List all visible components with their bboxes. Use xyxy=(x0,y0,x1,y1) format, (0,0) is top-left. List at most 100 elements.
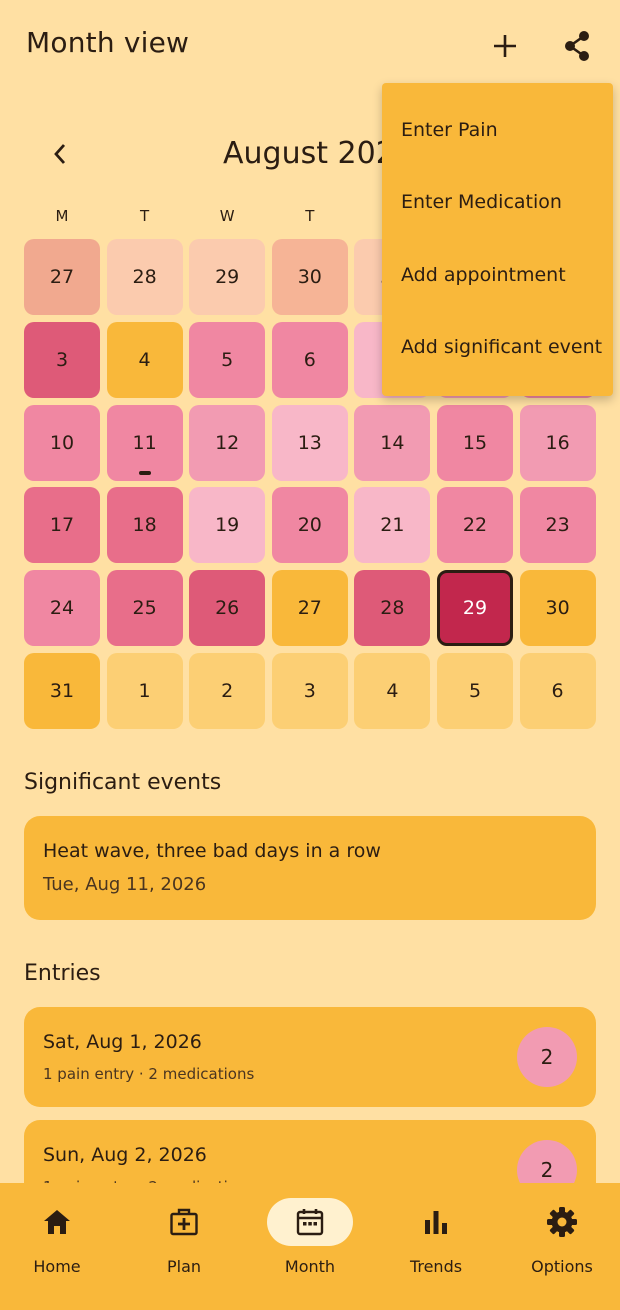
calendar-day[interactable]: 2 xyxy=(189,653,266,729)
nav-item-trends[interactable]: Trends xyxy=(374,1183,498,1310)
calendar-day[interactable]: 30 xyxy=(271,239,348,315)
calendar-day[interactable]: 17 xyxy=(24,487,100,564)
day-number: 4 xyxy=(138,348,151,371)
calendar-day[interactable]: 12 xyxy=(189,404,266,481)
calendar-day[interactable]: 19 xyxy=(189,487,266,564)
calendar-day[interactable]: 24 xyxy=(24,570,100,647)
day-number: 29 xyxy=(462,597,488,620)
calendar-day[interactable]: 5 xyxy=(189,321,266,398)
calendar-day[interactable]: 10 xyxy=(24,404,100,481)
calendar-day[interactable]: 27 xyxy=(24,239,100,315)
calendar-day[interactable]: 5 xyxy=(437,653,513,729)
entries-heading: Entries xyxy=(24,961,101,986)
add-menu: Enter Pain Enter Medication Add appointmen… xyxy=(382,83,613,396)
day-number: 14 xyxy=(380,431,405,454)
calendar-day[interactable]: 6 xyxy=(519,653,596,729)
weekday-label: W xyxy=(219,207,235,225)
add-button[interactable] xyxy=(481,22,529,70)
entry-summary: 1 pain entry · 2 medications xyxy=(43,1065,255,1083)
calendar-day[interactable]: 4 xyxy=(354,653,431,729)
day-number: 26 xyxy=(215,597,240,620)
day-number: 19 xyxy=(215,514,240,537)
previous-month-button[interactable] xyxy=(38,132,82,176)
calendar-day[interactable]: 26 xyxy=(189,570,266,647)
day-number: 21 xyxy=(380,514,405,537)
calendar-day[interactable]: 30 xyxy=(519,570,596,647)
day-number: 6 xyxy=(551,680,564,702)
day-number: 5 xyxy=(468,680,482,702)
day-number: 11 xyxy=(132,431,157,454)
menu-item[interactable]: Enter Pain xyxy=(401,119,498,141)
medical-kit-icon xyxy=(170,1208,198,1236)
calendar-day[interactable]: 22 xyxy=(437,487,513,564)
calendar-day[interactable]: 15 xyxy=(437,404,513,481)
share-button[interactable] xyxy=(553,22,601,70)
day-number: 6 xyxy=(303,348,316,371)
calendar-day[interactable]: 21 xyxy=(354,487,431,564)
gear-icon xyxy=(547,1207,577,1237)
bottom-navigation: Home Plan Month Trends Options xyxy=(0,1183,620,1310)
calendar-day[interactable]: 16 xyxy=(519,404,596,481)
significant-events-heading: Significant events xyxy=(24,770,222,795)
day-number: 17 xyxy=(49,514,75,537)
nav-icon-container xyxy=(519,1198,605,1246)
nav-label: Plan xyxy=(166,1257,202,1276)
entry-date: Sat, Aug 1, 2026 xyxy=(43,1031,202,1053)
plus-icon xyxy=(494,35,516,57)
nav-label: Trends xyxy=(409,1257,463,1276)
page-title: Month view xyxy=(26,26,190,59)
calendar-day[interactable]: 27 xyxy=(271,570,348,647)
day-number: 23 xyxy=(545,514,570,537)
day-number: 30 xyxy=(545,597,570,620)
calendar-day-today[interactable]: 29 xyxy=(437,570,513,647)
event-marker xyxy=(138,470,151,475)
significant-event-card[interactable]: Heat wave, three bad days in a row Tue, … xyxy=(24,816,596,920)
calendar-day[interactable]: 13 xyxy=(271,404,348,481)
day-number: 27 xyxy=(297,597,322,620)
calendar-day[interactable]: 6 xyxy=(271,321,348,398)
nav-label: Home xyxy=(33,1257,81,1276)
nav-icon-container xyxy=(393,1198,479,1246)
entry-card[interactable]: Sat, Aug 1, 2026 1 pain entry · 2 medica… xyxy=(24,1007,596,1107)
nav-icon-container xyxy=(14,1198,100,1246)
chevron-left-icon xyxy=(54,144,66,164)
calendar-day[interactable]: 25 xyxy=(106,570,183,647)
weekday-label: T xyxy=(305,207,315,225)
calendar-day[interactable]: 31 xyxy=(24,653,100,729)
nav-item-plan[interactable]: Plan xyxy=(122,1183,246,1310)
day-number: 28 xyxy=(132,266,157,288)
day-number: 28 xyxy=(380,597,405,620)
nav-label: Month xyxy=(284,1257,336,1276)
nav-item-options[interactable]: Options xyxy=(500,1183,620,1310)
day-number: 3 xyxy=(55,348,69,371)
menu-item[interactable]: Add significant event xyxy=(401,336,602,358)
calendar-day[interactable]: 18 xyxy=(106,487,183,564)
weekday-label: T xyxy=(140,207,150,225)
nav-item-month[interactable]: Month xyxy=(248,1183,372,1310)
day-number: 10 xyxy=(49,431,75,454)
day-number: 25 xyxy=(132,597,157,620)
calendar-day[interactable]: 1 xyxy=(106,653,183,729)
calendar-day[interactable]: 29 xyxy=(189,239,266,315)
day-number: 31 xyxy=(49,680,75,702)
app-bar: Month view xyxy=(0,0,620,92)
menu-item[interactable]: Add appointment xyxy=(401,264,566,286)
menu-item[interactable]: Enter Medication xyxy=(401,191,562,213)
calendar-day[interactable]: 3 xyxy=(24,321,100,398)
calendar-day[interactable]: 28 xyxy=(106,239,183,315)
day-number: 3 xyxy=(303,680,316,702)
calendar-day[interactable]: 3 xyxy=(271,653,348,729)
calendar-day[interactable]: 11 xyxy=(106,404,183,481)
day-number: 15 xyxy=(462,431,488,454)
calendar-day[interactable]: 4 xyxy=(106,321,183,398)
calendar-day[interactable]: 20 xyxy=(271,487,348,564)
day-number: 20 xyxy=(297,514,322,537)
calendar-day[interactable]: 28 xyxy=(354,570,431,647)
nav-item-home[interactable]: Home xyxy=(0,1183,119,1310)
calendar-day[interactable]: 14 xyxy=(354,404,431,481)
calendar-day[interactable]: 23 xyxy=(519,487,596,564)
day-number: 4 xyxy=(386,680,399,702)
nav-icon-container-active xyxy=(267,1198,353,1246)
day-number: 2 xyxy=(221,680,234,702)
event-date: Tue, Aug 11, 2026 xyxy=(43,874,207,895)
